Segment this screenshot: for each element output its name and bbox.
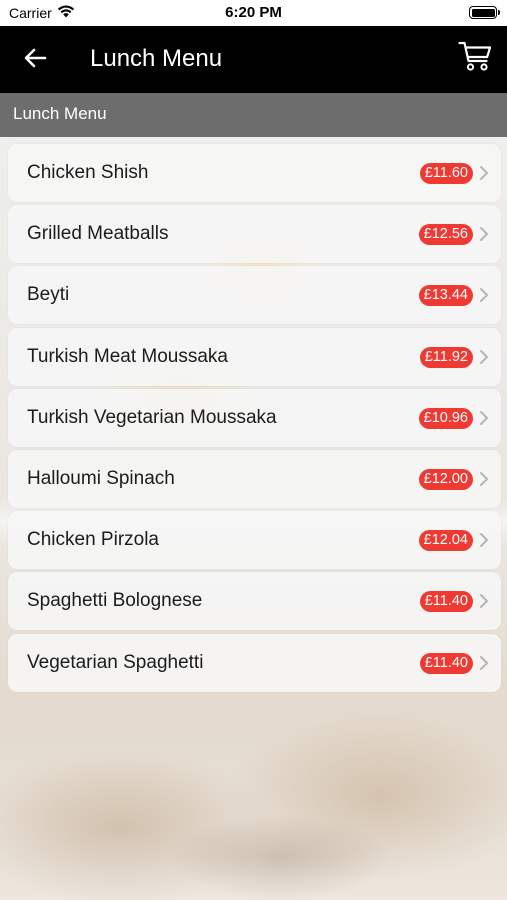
chevron-right-icon <box>479 655 489 671</box>
price-badge: £11.40 <box>419 652 473 674</box>
status-time: 6:20 PM <box>225 4 282 21</box>
cart-button[interactable] <box>457 41 493 75</box>
menu-item-name: Turkish Meat Moussaka <box>27 345 228 367</box>
page-title: Lunch Menu <box>90 45 223 72</box>
chevron-right-icon <box>479 226 489 242</box>
price-badge: £11.40 <box>419 591 473 613</box>
arrow-left-icon <box>23 47 47 74</box>
menu-item-name: Turkish Vegetarian Moussaka <box>27 406 277 428</box>
menu-item-grilled-meatballs[interactable]: Grilled Meatballs £12.56 <box>8 205 501 264</box>
price-badge: £11.60 <box>419 163 473 184</box>
menu-item-name: Spaghetti Bolognese <box>27 590 203 612</box>
menu-list: Chicken Shish £11.60 Grilled Meatballs £… <box>8 144 501 695</box>
menu-item-halloumi-spinach[interactable]: Halloumi Spinach £12.00 <box>8 449 501 508</box>
menu-item-beyti[interactable]: Beyti £13.44 <box>8 266 501 325</box>
status-bar: Carrier 6:20 PM <box>0 0 507 26</box>
chevron-right-icon <box>479 165 489 181</box>
chevron-right-icon <box>479 532 489 548</box>
menu-item-name: Chicken Shish <box>27 162 149 183</box>
chevron-right-icon <box>479 471 489 487</box>
menu-item-name: Vegetarian Spaghetti <box>27 651 204 673</box>
chevron-right-icon <box>479 593 489 609</box>
menu-item-name: Grilled Meatballs <box>27 223 169 245</box>
price-badge: £12.00 <box>418 468 473 490</box>
chevron-right-icon <box>479 410 489 426</box>
menu-item-name: Beyti <box>27 284 70 306</box>
price-badge: £12.04 <box>418 530 473 552</box>
back-button[interactable] <box>18 44 52 76</box>
battery-icon <box>469 6 500 19</box>
section-title: Lunch Menu <box>13 104 107 123</box>
menu-item-vegetarian-spaghetti[interactable]: Vegetarian Spaghetti £11.40 <box>8 633 501 692</box>
chevron-right-icon <box>479 287 489 303</box>
menu-item-chicken-shish[interactable]: Chicken Shish £11.60 <box>8 144 501 202</box>
menu-item-chicken-pirzola[interactable]: Chicken Pirzola £12.04 <box>8 511 501 570</box>
price-badge: £11.92 <box>419 346 473 368</box>
section-header: Lunch Menu <box>0 93 507 137</box>
menu-item-turkish-meat-moussaka[interactable]: Turkish Meat Moussaka £11.92 <box>8 327 501 386</box>
price-badge: £10.96 <box>418 407 473 429</box>
navigation-bar: Lunch Menu <box>0 26 507 93</box>
price-badge: £12.56 <box>418 224 473 246</box>
menu-item-turkish-vegetarian-moussaka[interactable]: Turkish Vegetarian Moussaka £10.96 <box>8 388 501 447</box>
chevron-right-icon <box>479 349 489 365</box>
price-badge: £13.44 <box>418 285 473 307</box>
menu-item-name: Chicken Pirzola <box>27 529 159 551</box>
shopping-cart-icon <box>458 40 492 77</box>
menu-item-name: Halloumi Spinach <box>27 467 175 489</box>
menu-item-spaghetti-bolognese[interactable]: Spaghetti Bolognese £11.40 <box>8 572 501 631</box>
